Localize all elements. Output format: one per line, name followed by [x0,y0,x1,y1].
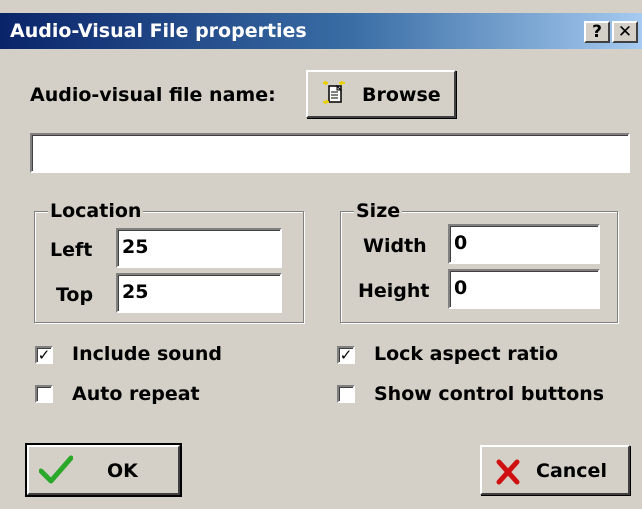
width-input[interactable]: 0 [448,224,600,264]
left-input[interactable]: 25 [116,228,282,268]
height-label: Height [358,280,430,302]
browse-button[interactable]: Browse [306,70,456,118]
file-path-input[interactable] [30,133,630,173]
auto-repeat-checkbox[interactable] [35,385,53,403]
title-bar[interactable]: Audio-Visual File properties ? ✕ [0,13,642,49]
document-sparkle-icon [322,80,348,112]
checkmark-icon: ✓ [37,346,51,364]
top-input[interactable]: 25 [116,273,282,313]
red-x-icon [496,459,520,489]
lock-aspect-label[interactable]: Lock aspect ratio [374,343,558,365]
auto-repeat-label[interactable]: Auto repeat [72,383,200,405]
include-sound-checkbox[interactable]: ✓ [35,346,53,364]
checkmark-icon [38,455,74,489]
browse-label: Browse [362,84,441,106]
top-label: Top [56,284,94,306]
location-legend: Location [48,200,144,222]
left-label: Left [50,239,93,261]
show-controls-label[interactable]: Show control buttons [374,383,604,405]
show-controls-checkbox[interactable] [337,385,355,403]
height-input[interactable]: 0 [448,269,600,309]
size-legend: Size [354,200,403,222]
help-button[interactable]: ? [584,21,610,43]
window-title: Audio-Visual File properties [10,20,307,42]
ok-button[interactable]: OK [25,443,182,497]
close-button[interactable]: ✕ [612,21,638,43]
audio-visual-properties-dialog: Audio-Visual File properties ? ✕ Audio-v… [0,0,642,509]
include-sound-label[interactable]: Include sound [72,343,222,365]
cancel-button[interactable]: Cancel [480,445,630,495]
cancel-label: Cancel [536,460,607,482]
file-name-label: Audio-visual file name: [30,84,276,106]
lock-aspect-checkbox[interactable]: ✓ [337,346,355,364]
checkmark-icon: ✓ [339,346,353,364]
width-label: Width [363,235,427,257]
ok-label: OK [107,460,138,482]
